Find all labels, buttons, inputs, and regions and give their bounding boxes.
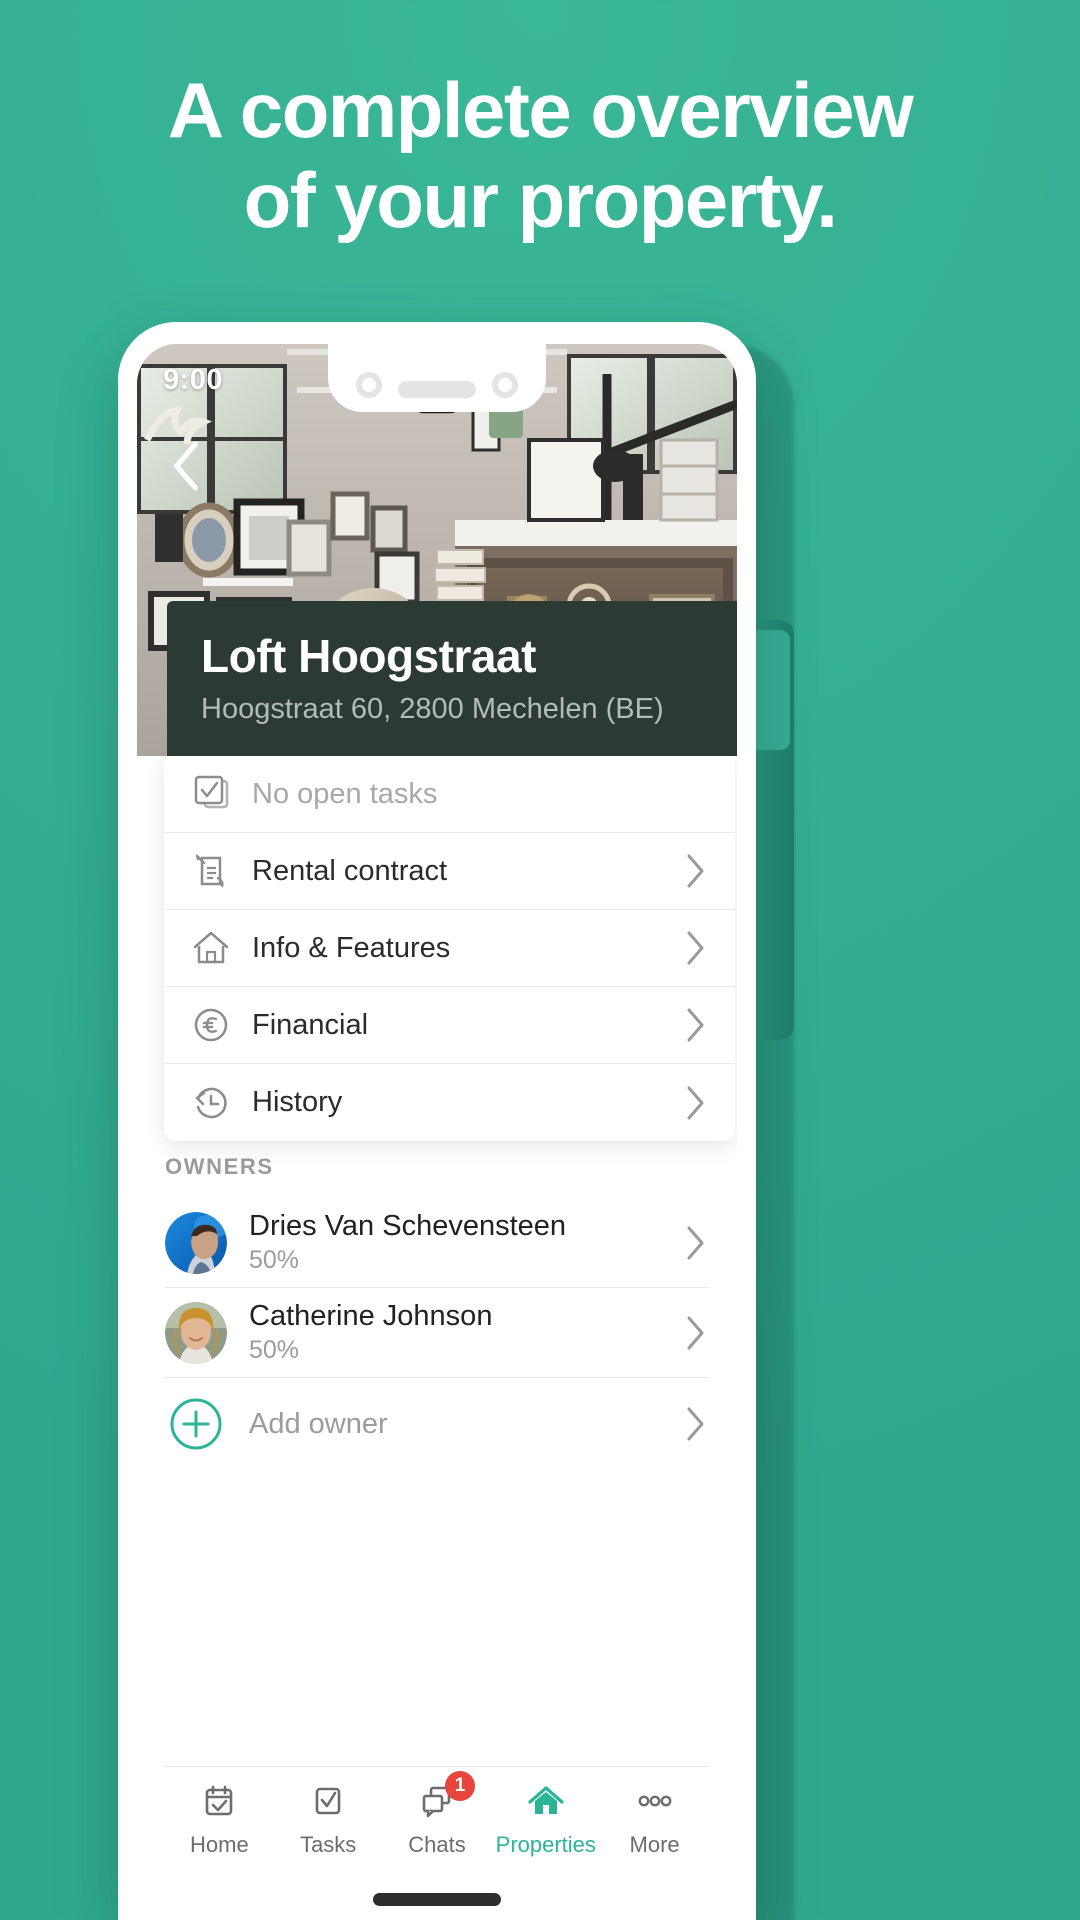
tab-label: More — [629, 1832, 680, 1857]
more-dots-icon — [638, 1795, 671, 1807]
add-owner-button[interactable]: Add owner — [165, 1378, 709, 1470]
menu-item-label: Financial — [252, 1008, 369, 1041]
owners-section-label: OWNERS — [165, 1154, 274, 1179]
phone-notch — [328, 344, 546, 412]
earpiece-speaker — [398, 381, 476, 398]
menu-item-label: Info & Features — [252, 931, 451, 964]
property-hero-photo: 9:00 Loft Hoogstraat Hoogstraat 60, 2800… — [137, 344, 737, 756]
phone-device: 9:00 Loft Hoogstraat Hoogstraat 60, 2800… — [118, 322, 756, 1920]
menu-item-label: History — [252, 1086, 343, 1118]
menu-item-rental-contract[interactable]: Rental contract — [164, 833, 735, 910]
tab-properties[interactable]: Properties — [491, 1779, 600, 1858]
owner-info: Catherine Johnson 50% — [249, 1300, 661, 1365]
owner-row[interactable]: Catherine Johnson 50% — [165, 1288, 709, 1378]
chevron-right-icon — [683, 1315, 709, 1351]
front-camera-icon — [356, 372, 382, 398]
property-menu-card: No open tasks Rental contract Info & Fea… — [164, 756, 735, 1141]
chevron-right-icon — [683, 1225, 709, 1261]
properties-house-icon — [528, 1786, 564, 1814]
tab-label: Home — [190, 1832, 249, 1857]
chats-badge: 1 — [444, 1771, 475, 1801]
owner-info: Dries Van Schevensteen 50% — [249, 1210, 661, 1275]
headline-line-2: of your property. — [243, 155, 838, 244]
clock-rewind-icon — [188, 1080, 252, 1126]
tab-home[interactable]: Home — [165, 1779, 274, 1858]
property-address: Hoogstraat 60, 2800 Mechelen (BE) — [201, 693, 664, 725]
plus-circle-icon — [165, 1393, 227, 1455]
bottom-tab-bar: Home Tasks 1 Chats Properties More — [165, 1766, 709, 1874]
menu-item-info-features[interactable]: Info & Features — [164, 910, 735, 987]
headline-line-1: A complete overview — [167, 66, 914, 154]
menu-item-history[interactable]: History — [164, 1064, 735, 1141]
chevron-right-icon — [683, 853, 709, 889]
tasks-check-icon — [315, 1787, 341, 1815]
chevron-right-icon — [683, 930, 709, 966]
property-title-overlay: Loft Hoogstraat Hoogstraat 60, 2800 Mech… — [167, 601, 737, 756]
avatar-catherine-photo — [165, 1301, 227, 1364]
page-headline: A complete overview of your property. — [0, 66, 1080, 245]
menu-item-tasks[interactable]: No open tasks — [164, 756, 735, 833]
menu-item-financial[interactable]: Financial — [164, 987, 735, 1064]
front-camera-secondary-icon — [492, 372, 518, 398]
owner-share: 50% — [249, 1246, 300, 1274]
avatar — [165, 1301, 227, 1364]
tasks-checkbox-icon — [188, 771, 252, 817]
chevron-right-icon — [683, 1406, 709, 1442]
chevron-left-icon — [174, 441, 198, 491]
phone-screen: 9:00 Loft Hoogstraat Hoogstraat 60, 2800… — [137, 344, 737, 1920]
chevron-right-icon — [683, 1085, 709, 1121]
contract-signature-icon — [188, 848, 252, 894]
chevron-right-icon — [683, 1007, 709, 1043]
owner-name: Dries Van Schevensteen — [249, 1210, 567, 1242]
house-icon — [188, 925, 252, 971]
euro-circle-icon — [188, 1002, 252, 1048]
home-calendar-icon — [206, 1785, 233, 1816]
tab-tasks[interactable]: Tasks — [274, 1779, 383, 1858]
owner-share: 50% — [249, 1336, 300, 1364]
menu-item-label: Rental contract — [252, 854, 448, 887]
owner-name: Catherine Johnson — [249, 1300, 493, 1332]
home-indicator — [373, 1893, 501, 1906]
tab-label: Properties — [495, 1832, 596, 1857]
menu-item-label: No open tasks — [252, 777, 438, 810]
back-button[interactable] — [161, 440, 213, 492]
tab-label: Tasks — [300, 1832, 357, 1857]
avatar-dries-photo — [165, 1211, 227, 1274]
tab-chats[interactable]: 1 Chats — [383, 1771, 492, 1858]
owners-section: OWNERS Dries Van Schevensteen 50% Cather… — [137, 1154, 737, 1470]
tab-label: Chats — [408, 1832, 466, 1857]
add-owner-label: Add owner — [249, 1407, 388, 1440]
owner-row[interactable]: Dries Van Schevensteen 50% — [165, 1198, 709, 1288]
avatar — [165, 1211, 227, 1274]
tab-more[interactable]: More — [600, 1779, 709, 1858]
property-title: Loft Hoogstraat — [201, 630, 536, 682]
